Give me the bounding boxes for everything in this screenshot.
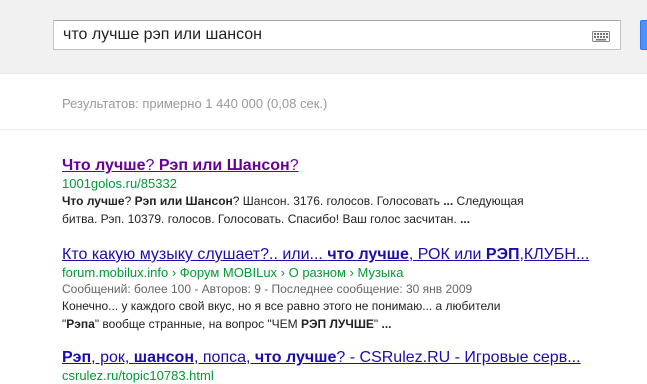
text-segment: ? Шансон. 3176. голосов. Голосовать	[232, 194, 444, 208]
text-segment: , попса,	[193, 349, 255, 366]
highlighted-text: что лучше	[327, 246, 409, 263]
text-segment: , РОК или	[408, 246, 486, 263]
highlighted-text: Рэп или Шансон	[134, 194, 233, 208]
text-segment: ?	[124, 194, 135, 208]
highlighted-text: Рэп	[62, 349, 92, 366]
text-segment: "	[373, 317, 382, 331]
result-url: forum.mobilux.info › Форум MOBILux › О р…	[62, 265, 404, 280]
highlighted-text: что лучше	[254, 349, 337, 366]
result-snippet-line: Конечно... у каждого свой вкус, но я все…	[62, 297, 647, 315]
text-segment: " вообще странные, на вопрос "ЧЕМ	[94, 317, 302, 331]
result-title-link[interactable]: Рэп, рок, шансон, попса, что лучше? - CS…	[62, 348, 647, 368]
text-segment: , рок,	[91, 349, 134, 366]
result-title-link[interactable]: Что лучше? Рэп или Шансон?	[62, 156, 647, 176]
result-title-link[interactable]: Кто какую музыку слушает?.. или... что л…	[62, 245, 647, 265]
text-segment: Кто какую музыку слушает?.. или...	[62, 246, 328, 263]
search-result: Что лучше? Рэп или Шансон? 1001golos.ru/…	[62, 156, 647, 228]
highlighted-text: РЭП	[485, 246, 520, 263]
search-input[interactable]	[63, 24, 573, 46]
text-segment: Следующая	[453, 194, 524, 208]
highlighted-text: РЭП ЛУЧШЕ	[301, 317, 374, 331]
highlighted-text: Что лучше	[62, 157, 146, 174]
search-result: Рэп, рок, шансон, попса, что лучше? - CS…	[62, 348, 647, 384]
text-segment: Конечно... у каждого свой вкус, но я все…	[62, 299, 501, 313]
text-segment: ?	[145, 157, 159, 174]
highlighted-text: Рэпа	[66, 317, 95, 331]
result-meta: Сообщений: более 100 - Авторов: 9 - Посл…	[62, 282, 473, 296]
divider	[0, 129, 647, 130]
highlighted-text: ...	[381, 317, 392, 331]
search-button[interactable]	[640, 20, 647, 50]
search-header	[0, 0, 647, 74]
keyboard-icon[interactable]	[592, 31, 610, 42]
search-result: Кто какую музыку слушает?.. или... что л…	[62, 245, 647, 333]
search-box[interactable]	[53, 20, 621, 50]
highlighted-text: ...	[460, 212, 471, 226]
text-segment: ? - CSRulez.RU - Игровые серв...	[336, 349, 581, 366]
result-snippet-line: Что лучше? Рэп или Шансон? Шансон. 3176.…	[62, 192, 647, 210]
highlighted-text: Рэп или Шансон	[158, 157, 290, 174]
result-url: 1001golos.ru/85332	[62, 176, 177, 191]
result-snippet-line: битва. Рэп. 10379. голосов. Голосовать. …	[62, 210, 647, 228]
text-segment: ?	[289, 157, 299, 174]
text-segment: битва. Рэп. 10379. голосов. Голосовать. …	[62, 212, 461, 226]
highlighted-text: Что лучше	[62, 194, 125, 208]
result-snippet-line: " Рэпа" вообще странные, на вопрос "ЧЕМ Р…	[62, 315, 647, 333]
text-segment: ,КЛУБН...	[519, 246, 590, 263]
highlighted-text: ...	[443, 194, 454, 208]
result-stats: Результатов: примерно 1 440 000 (0,08 се…	[62, 96, 328, 111]
highlighted-text: шансон	[133, 349, 194, 366]
